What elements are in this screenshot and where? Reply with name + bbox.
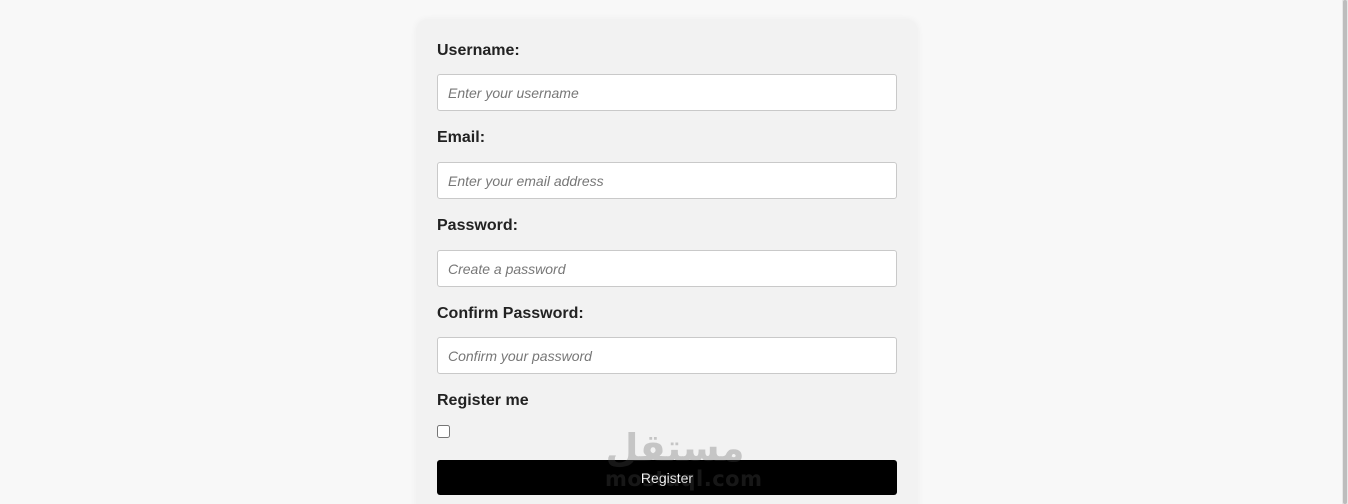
email-input[interactable] [437, 162, 897, 199]
register-me-checkbox[interactable] [437, 425, 450, 438]
confirm-password-label: Confirm Password: [437, 305, 584, 322]
password-label: Password: [437, 217, 518, 234]
register-button[interactable]: Register [437, 460, 897, 495]
registration-form: Username: Email: Password: Confirm Passw… [417, 20, 917, 504]
password-input[interactable] [437, 250, 897, 287]
confirm-password-input[interactable] [437, 337, 897, 374]
username-label: Username: [437, 42, 520, 59]
page: Username: Email: Password: Confirm Passw… [0, 0, 1348, 504]
scrollbar-thumb[interactable] [1343, 0, 1347, 504]
username-input[interactable] [437, 74, 897, 111]
vertical-scrollbar[interactable] [1342, 0, 1348, 504]
email-label: Email: [437, 129, 486, 146]
register-me-label: Register me [437, 392, 529, 409]
